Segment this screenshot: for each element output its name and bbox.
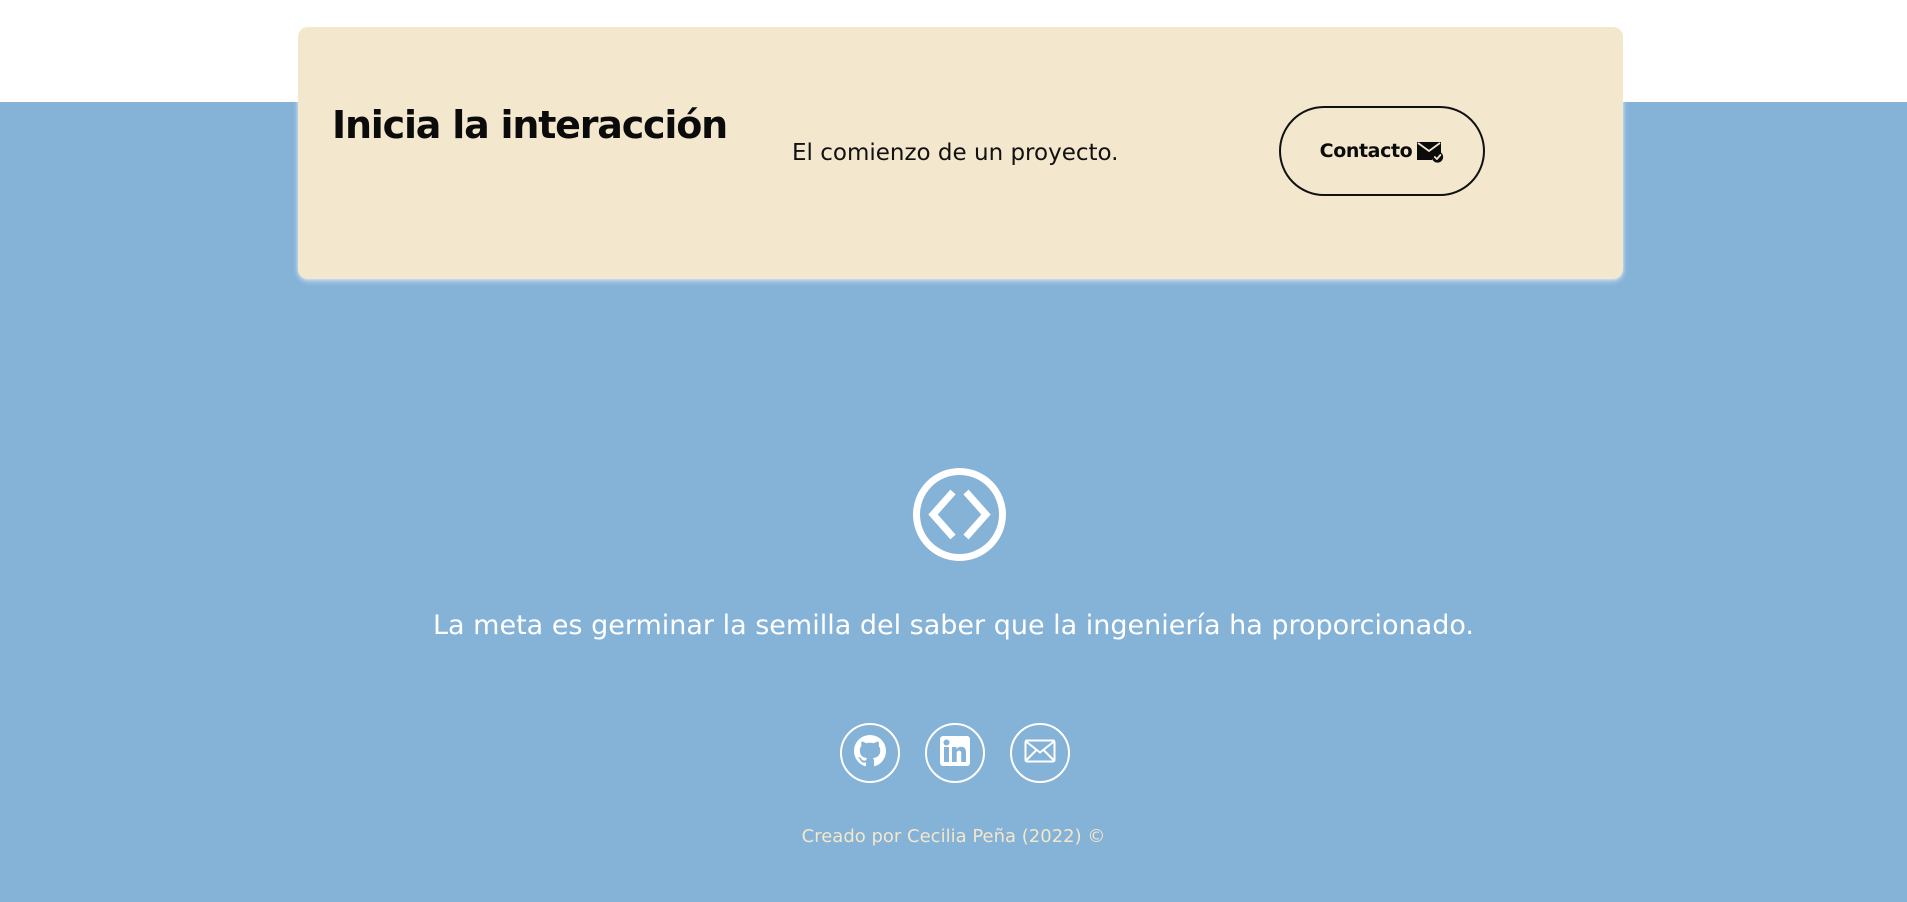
cta-subtitle: El comienzo de un proyecto. xyxy=(792,140,1119,166)
envelope-icon xyxy=(1024,739,1056,767)
cta-title: Inicia la interacción xyxy=(332,103,728,147)
contact-button[interactable]: Contacto xyxy=(1279,106,1485,196)
github-icon xyxy=(854,735,886,771)
cta-card: Inicia la interacción El comienzo de un … xyxy=(298,27,1623,279)
linkedin-link[interactable] xyxy=(925,723,985,783)
contact-button-label: Contacto xyxy=(1319,140,1413,162)
social-links xyxy=(840,723,1070,783)
github-link[interactable] xyxy=(840,723,900,783)
footer-motto: La meta es germinar la semilla del saber… xyxy=(433,610,1474,641)
email-link[interactable] xyxy=(1010,723,1070,783)
linkedin-icon xyxy=(940,736,970,770)
footer-credit: Creado por Cecilia Peña (2022) © xyxy=(801,826,1106,847)
envelope-check-icon xyxy=(1416,139,1444,163)
code-brackets-circle-icon xyxy=(911,466,1008,563)
